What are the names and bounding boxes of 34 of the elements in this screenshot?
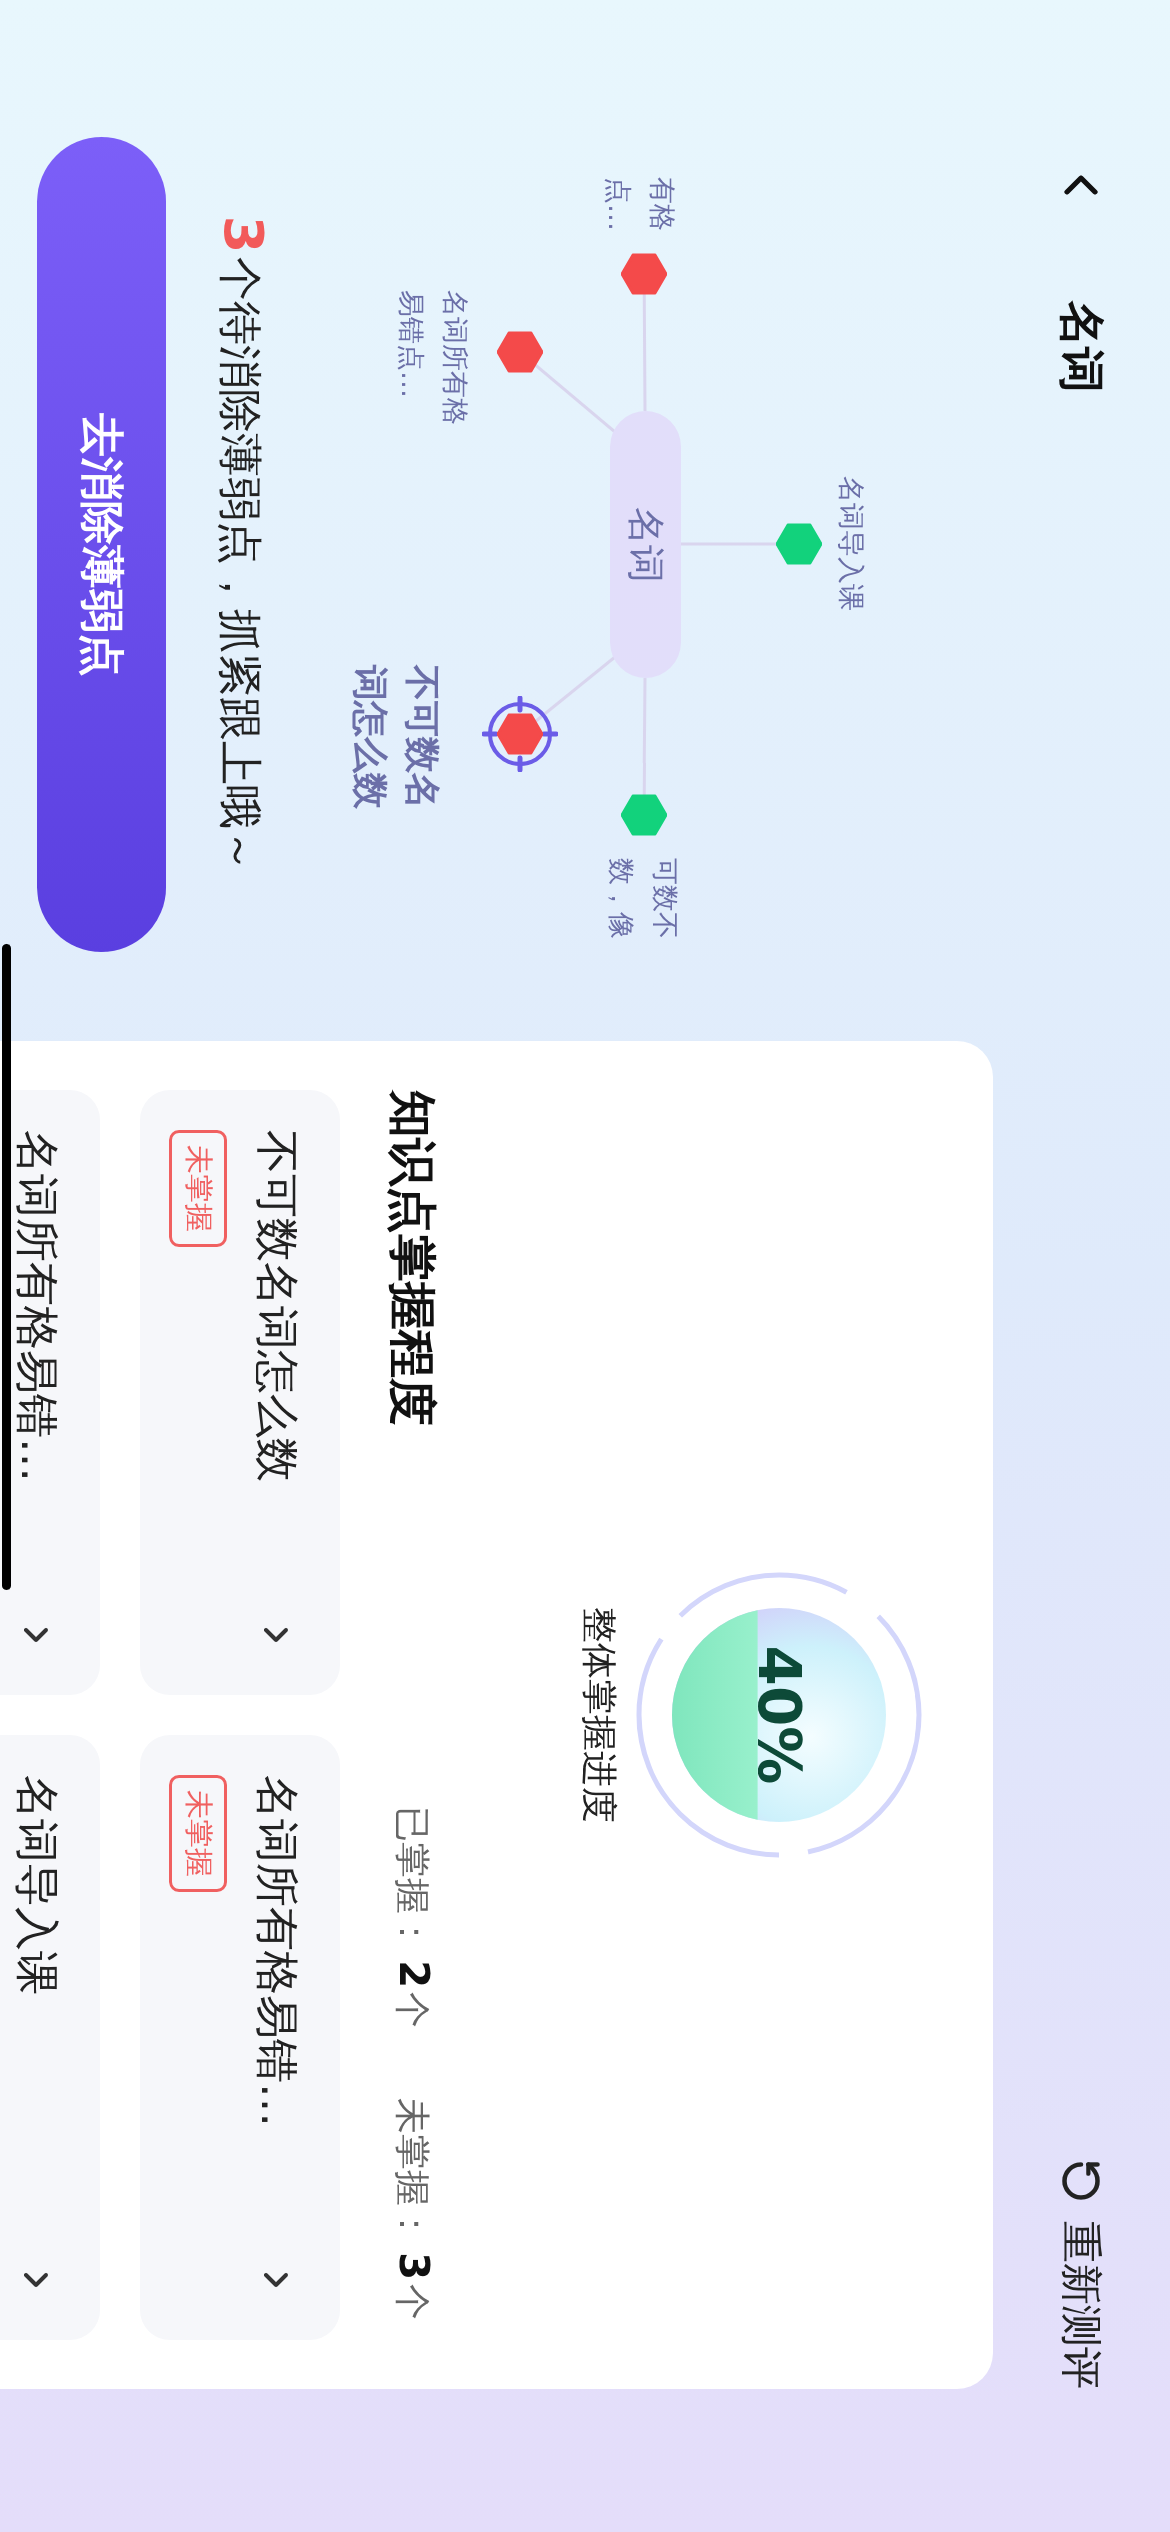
- knowledge-item[interactable]: 名词导入课: [0, 1735, 100, 2340]
- knowledge-item[interactable]: 名词所有格易错… 未掌握: [140, 1735, 340, 2340]
- hexagon-node[interactable]: [621, 251, 667, 297]
- hexagon-node[interactable]: [621, 792, 667, 838]
- retest-button[interactable]: 重新测评: [1053, 2159, 1110, 2389]
- stat-count: 2: [391, 1960, 437, 1989]
- knowledge-item[interactable]: 不可数名词怎么数 未掌握: [140, 1090, 340, 1695]
- node-label: 不可数名 词怎么数: [349, 665, 444, 809]
- hexagon-node[interactable]: [776, 521, 822, 567]
- stat-unit: 个: [391, 2284, 434, 2320]
- node-label: 可数不 数，像: [605, 858, 682, 939]
- eliminate-weak-points-button[interactable]: 去消除薄弱点: [37, 137, 166, 952]
- item-title: 名词所有格易错…: [11, 1130, 64, 1482]
- weak-point-count: 3: [212, 215, 275, 254]
- node-label: 名词导入课: [835, 476, 868, 611]
- status-tag: 未掌握: [169, 1130, 227, 1247]
- hexagon-node[interactable]: [497, 329, 543, 375]
- stat-unit: 个: [391, 1992, 434, 2029]
- hexagon-node[interactable]: [497, 711, 543, 757]
- node-label: 有格 点…: [602, 177, 679, 231]
- status-tag: 未掌握: [169, 1775, 227, 1892]
- center-node[interactable]: 名词: [610, 411, 681, 678]
- hint-text: 个待消除薄弱点，抓紧跟上哦～: [214, 257, 267, 874]
- stat-label: 已掌握：: [391, 1806, 434, 1951]
- page-title: 名词: [1054, 301, 1111, 393]
- knowledge-item[interactable]: 名词所有格易错…: [0, 1090, 100, 1695]
- node-label: 名词所有格 易错点…: [395, 290, 472, 425]
- stat-label: 未掌握：: [391, 2098, 434, 2243]
- item-title: 名词导入课: [11, 1775, 64, 1995]
- stat-count: 3: [391, 2252, 437, 2280]
- item-title: 不可数名词怎么数: [251, 1130, 304, 1482]
- gauge-caption: 整体掌握进度: [578, 1607, 621, 1823]
- item-title: 名词所有格易错…: [251, 1775, 304, 2127]
- card-title: 知识点掌握程度: [384, 1090, 442, 1426]
